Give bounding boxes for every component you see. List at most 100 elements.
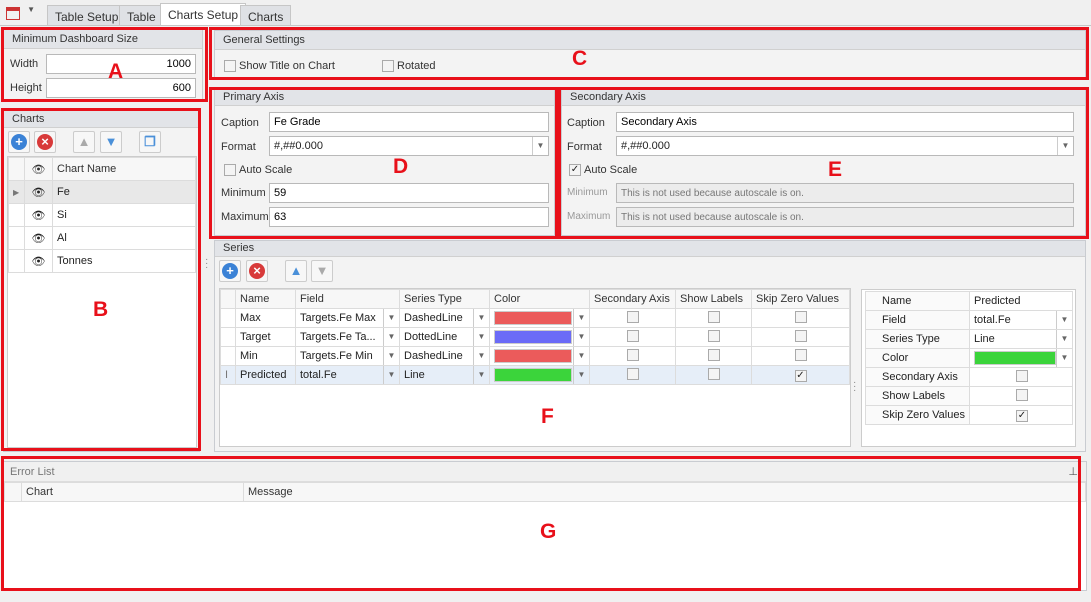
- col-series-type[interactable]: Series Type: [399, 289, 490, 309]
- move-up-button[interactable]: ▲: [285, 260, 307, 282]
- secondary-axis-cell[interactable]: [589, 346, 676, 366]
- chevron-down-icon[interactable]: ▼: [1056, 311, 1072, 329]
- skip-zero-cell[interactable]: [751, 327, 850, 347]
- property-value[interactable]: Line: [974, 333, 995, 345]
- col-secondary-axis[interactable]: Secondary Axis: [589, 289, 676, 309]
- property-row[interactable]: Skip Zero Values ✓: [865, 405, 1073, 425]
- chevron-down-icon[interactable]: ▼: [1056, 349, 1072, 367]
- series-type[interactable]: DashedLine ▼: [399, 308, 490, 328]
- secondary-axis-cell[interactable]: [589, 365, 676, 385]
- annotation-box-e: [558, 87, 1089, 239]
- property-value[interactable]: total.Fe: [974, 314, 1011, 326]
- col-name[interactable]: Name: [235, 289, 296, 309]
- skip-zero-cell[interactable]: ✓: [751, 365, 850, 385]
- chevron-down-icon[interactable]: ▼: [383, 366, 399, 384]
- add-series-button[interactable]: +: [219, 260, 241, 282]
- property-value-cell[interactable]: [969, 386, 1073, 406]
- secondary-axis-cell[interactable]: [589, 327, 676, 347]
- series-row[interactable]: Min Targets.Fe Min ▼ DashedLine ▼ ▼: [220, 346, 850, 366]
- splitter-handle[interactable]: · · ·: [853, 378, 856, 396]
- property-value-cell[interactable]: ▼: [969, 348, 1073, 368]
- series-type[interactable]: DashedLine ▼: [399, 346, 490, 366]
- show-labels-checkbox[interactable]: [707, 310, 720, 323]
- series-type[interactable]: DottedLine ▼: [399, 327, 490, 347]
- tab-charts[interactable]: Charts: [240, 5, 292, 26]
- chevron-down-icon[interactable]: ▼: [473, 309, 489, 327]
- chevron-down-icon[interactable]: ▼: [573, 309, 589, 327]
- skip-zero-checkbox[interactable]: [794, 329, 807, 342]
- series-color[interactable]: ▼: [489, 308, 590, 328]
- skip-zero-checkbox[interactable]: [794, 310, 807, 323]
- series-name[interactable]: Max: [235, 308, 296, 328]
- property-checkbox[interactable]: [1016, 388, 1028, 401]
- property-value-cell[interactable]: Predicted: [969, 291, 1073, 311]
- series-row[interactable]: Target Targets.Fe Ta... ▼ DottedLine ▼ ▼: [220, 327, 850, 347]
- series-color[interactable]: ▼: [489, 346, 590, 366]
- color-swatch[interactable]: [974, 351, 1056, 365]
- plus-icon: +: [222, 263, 238, 279]
- skip-zero-checkbox[interactable]: [794, 348, 807, 361]
- series-name[interactable]: Target: [235, 327, 296, 347]
- skip-zero-cell[interactable]: [751, 346, 850, 366]
- property-value-cell[interactable]: Line ▼: [969, 329, 1073, 349]
- chevron-down-icon[interactable]: ▼: [383, 328, 399, 346]
- property-row[interactable]: Field total.Fe ▼: [865, 310, 1073, 330]
- series-row[interactable]: Max Targets.Fe Max ▼ DashedLine ▼ ▼: [220, 308, 850, 328]
- series-row[interactable]: I Predicted total.Fe ▼ Line ▼ ▼ ✓: [220, 365, 850, 385]
- secondary-axis-checkbox[interactable]: [626, 310, 639, 323]
- series-field[interactable]: total.Fe ▼: [295, 365, 400, 385]
- col-skip-zero[interactable]: Skip Zero Values: [751, 289, 850, 309]
- secondary-axis-checkbox[interactable]: [626, 367, 639, 380]
- chevron-down-icon[interactable]: ▼: [383, 347, 399, 365]
- series-color[interactable]: ▼: [489, 365, 590, 385]
- property-value-cell[interactable]: [969, 367, 1073, 387]
- show-labels-cell[interactable]: [675, 346, 752, 366]
- property-row[interactable]: Series Type Line ▼: [865, 329, 1073, 349]
- property-value-cell[interactable]: ✓: [969, 405, 1073, 425]
- show-labels-cell[interactable]: [675, 308, 752, 328]
- series-field[interactable]: Targets.Fe Min ▼: [295, 346, 400, 366]
- chevron-down-icon[interactable]: ▼: [573, 366, 589, 384]
- show-labels-cell[interactable]: [675, 327, 752, 347]
- col-field[interactable]: Field: [295, 289, 400, 309]
- series-name[interactable]: Predicted: [235, 365, 296, 385]
- chevron-down-icon[interactable]: ▼: [1056, 330, 1072, 348]
- series-type[interactable]: Line ▼: [399, 365, 490, 385]
- show-labels-checkbox[interactable]: [707, 329, 720, 342]
- property-checkbox[interactable]: ✓: [1016, 409, 1028, 422]
- skip-zero-checkbox[interactable]: ✓: [794, 369, 807, 382]
- chevron-down-icon[interactable]: ▼: [573, 347, 589, 365]
- property-row[interactable]: Name Predicted: [865, 291, 1073, 311]
- property-value-cell[interactable]: total.Fe ▼: [969, 310, 1073, 330]
- move-down-button[interactable]: ▼: [311, 260, 333, 282]
- property-row[interactable]: Secondary Axis: [865, 367, 1073, 387]
- show-labels-checkbox[interactable]: [707, 367, 720, 380]
- property-value[interactable]: Predicted: [974, 295, 1020, 307]
- tab-charts-setup[interactable]: Charts Setup: [160, 3, 247, 26]
- secondary-axis-checkbox[interactable]: [626, 348, 639, 361]
- skip-zero-cell[interactable]: [751, 308, 850, 328]
- series-color[interactable]: ▼: [489, 327, 590, 347]
- series-field[interactable]: Targets.Fe Ta... ▼: [295, 327, 400, 347]
- col-color[interactable]: Color: [489, 289, 590, 309]
- splitter-handle[interactable]: · · ·: [205, 255, 208, 273]
- chevron-down-icon[interactable]: ▼: [473, 366, 489, 384]
- show-labels-checkbox[interactable]: [707, 348, 720, 361]
- col-show-labels[interactable]: Show Labels: [675, 289, 752, 309]
- chevron-down-icon[interactable]: ▼: [573, 328, 589, 346]
- property-checkbox[interactable]: [1016, 369, 1028, 382]
- app-menu-button[interactable]: ▼: [6, 5, 42, 23]
- property-row[interactable]: Show Labels: [865, 386, 1073, 406]
- series-field[interactable]: Targets.Fe Max ▼: [295, 308, 400, 328]
- chevron-down-icon[interactable]: ▼: [383, 309, 399, 327]
- series-name[interactable]: Min: [235, 346, 296, 366]
- tab-table[interactable]: Table: [119, 5, 164, 26]
- delete-series-button[interactable]: ×: [246, 260, 268, 282]
- secondary-axis-cell[interactable]: [589, 308, 676, 328]
- secondary-axis-checkbox[interactable]: [626, 329, 639, 342]
- chevron-down-icon[interactable]: ▼: [473, 347, 489, 365]
- property-row[interactable]: Color ▼: [865, 348, 1073, 368]
- chevron-down-icon[interactable]: ▼: [473, 328, 489, 346]
- tab-table-setup[interactable]: Table Setup: [47, 5, 127, 26]
- show-labels-cell[interactable]: [675, 365, 752, 385]
